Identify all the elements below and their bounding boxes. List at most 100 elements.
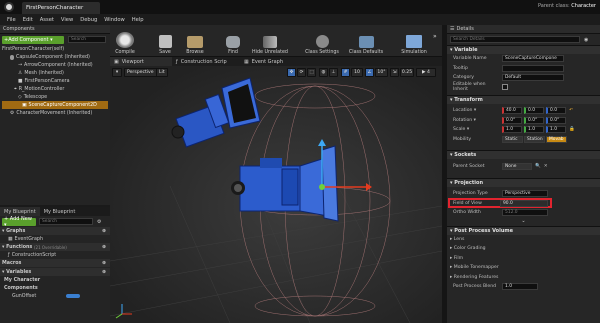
rot-size-button[interactable]: 10° [375,68,388,77]
location-x[interactable]: 40.0 [502,107,522,115]
class-settings-button[interactable]: Class Settings [300,25,344,57]
viewport[interactable]: ▾ Perspective Lit ✥ ⟳ ⬚ ◍ ⊥ # 10 ∠ 10° ⇲… [110,66,442,323]
rotation-label[interactable]: Rotation ▾ [447,118,502,123]
variable-section-header[interactable]: ▾ Variable [447,45,600,54]
find-button[interactable]: Find [218,25,248,57]
editable-checkbox[interactable] [502,84,508,91]
lit-button[interactable]: Lit [156,68,168,77]
variables-category[interactable]: ▾ Variables ⊕ [0,268,110,276]
mobility-static[interactable]: Static [502,135,523,143]
document-tab[interactable]: FirstPersonCharacter [22,2,100,14]
ppv-rendering-features[interactable]: ▸ Rendering Features [447,273,600,283]
rotation-z[interactable]: 0.0° [546,116,566,124]
rotation-y[interactable]: 0.0° [524,116,544,124]
add-graph-icon[interactable]: ⊕ [102,229,106,234]
tree-item-camera[interactable]: ■ FirstPersonCamera [2,77,110,85]
post-process-section-header[interactable]: ▾ Post Process Volume [447,225,600,235]
more-options-chevron-icon[interactable]: ⌄ [447,218,600,224]
hide-unrelated-button[interactable]: Hide Unrelated [248,25,292,57]
ppv-lens[interactable]: ▸ Lens [447,235,600,245]
menu-asset[interactable]: Asset [40,17,54,23]
rotate-mode-button[interactable]: ⟳ [297,68,306,77]
event-graph-item[interactable]: ▦ EventGraph [0,235,110,243]
variable-name-field[interactable]: SceneCaptureCompone [502,55,564,63]
view-options-icon[interactable]: ⚙ [97,219,101,225]
compile-button[interactable]: Compile [110,25,140,57]
tree-item-scenecapture-selected[interactable]: ▣ SceneCaptureComponent2D [2,101,108,109]
category-dropdown[interactable]: Default [502,74,564,82]
simulation-button[interactable]: Simulation [394,25,434,57]
grid-snap-button[interactable]: # [341,68,350,77]
gun-offset-item[interactable]: GunOffset [0,292,110,300]
translate-mode-button[interactable]: ✥ [287,68,296,77]
rotation-x[interactable]: 0.0° [502,116,522,124]
grid-size-button[interactable]: 10 [351,68,363,77]
mobility-stationary[interactable]: Station [524,135,545,143]
tree-item-arrow[interactable]: → ArrowComponent (Inherited) [2,61,110,69]
location-y[interactable]: 0.0 [524,107,544,115]
scale-label[interactable]: Scale ▾ [447,127,502,132]
ppv-mobile-tonemapper[interactable]: ▸ Mobile Tonemapper [447,263,600,273]
construction-script-item[interactable]: ƒ ConstructionScript [0,251,110,259]
projection-type-dropdown[interactable]: Perspective [502,189,548,197]
surface-snap-button[interactable]: ⊥ [329,68,338,77]
tab-event-graph[interactable]: ▦ Event Graph [240,57,302,66]
tree-item-self[interactable]: FirstPersonCharacter(self) [2,45,110,53]
ortho-width-field[interactable]: 512.0 [502,209,548,217]
location-z[interactable]: 0.0 [546,107,566,115]
scale-mode-button[interactable]: ⬚ [307,68,316,77]
functions-category[interactable]: ▾ Functions (21 Overridable) ⊕ [0,243,110,251]
save-button[interactable]: Save [150,25,180,57]
scale-size-button[interactable]: 0.25 [400,68,414,77]
tree-item-telescope[interactable]: ◇ Telescope [2,93,110,101]
scale-y[interactable]: 1.0 [524,126,544,134]
tree-item-capsule[interactable]: CapsuleComponent (Inherited) [2,53,110,61]
parent-socket-field[interactable]: None [502,163,532,171]
add-function-icon[interactable]: ⊕ [102,245,106,250]
scale-snap-button[interactable]: ⇲ [390,68,399,77]
scale-x[interactable]: 1.0 [502,126,522,134]
blueprint-search-input[interactable]: Search [39,218,93,225]
clear-socket-icon[interactable]: ✕ [544,164,548,169]
parent-class-value[interactable]: Character [571,3,596,9]
add-component-button[interactable]: +Add Component ▾ [2,35,64,44]
sockets-section-header[interactable]: ▾ Sockets [447,150,600,159]
post-process-blend-field[interactable]: 1.0 [502,283,538,291]
projection-section-header[interactable]: ▾ Projection [447,177,600,187]
eye-icon[interactable]: ◉ [584,37,588,43]
tab-my-blueprint-2[interactable]: My Blueprint [40,207,80,216]
menu-window[interactable]: Window [104,17,124,23]
graphs-category[interactable]: ▾ Graphs ⊕ [0,227,110,235]
transform-section-header[interactable]: ▾ Transform [447,95,600,104]
menu-debug[interactable]: Debug [80,17,97,23]
components-search-input[interactable]: Search [68,36,106,43]
ppv-color-grading[interactable]: ▸ Color Grading [447,244,600,254]
components-subcategory[interactable]: Components [0,284,110,292]
class-defaults-button[interactable]: Class Defaults [344,25,388,57]
menu-view[interactable]: View [61,17,73,23]
scale-z[interactable]: 1.0 [546,126,566,134]
tree-item-motioncontroller[interactable]: ⌖ R_MotionController [2,85,110,93]
world-local-button[interactable]: ◍ [319,68,328,77]
menu-edit[interactable]: Edit [23,17,33,23]
collapse-arrow-icon[interactable]: » [433,33,437,40]
tab-construction-script[interactable]: ƒ Construction Scrip [172,57,240,66]
add-macro-icon[interactable]: ⊕ [102,261,106,266]
ppv-film[interactable]: ▸ Film [447,254,600,264]
browse-button[interactable]: Browse [180,25,210,57]
menu-file[interactable]: File [7,17,16,23]
my-character-category[interactable]: My Character [0,276,110,284]
tab-viewport[interactable]: ▣ Viewport [110,57,172,66]
tooltip-field[interactable] [502,64,564,72]
rot-snap-button[interactable]: ∠ [365,68,374,77]
fov-field[interactable]: 90.0 [500,199,548,207]
macros-category[interactable]: Macros ⊕ [0,259,110,267]
menu-help[interactable]: Help [132,17,144,23]
perspective-button[interactable]: Perspective [124,68,157,77]
reset-arrow-icon[interactable]: ↶ [569,108,573,113]
tree-item-movement[interactable]: ⚙ CharacterMovement (Inherited) [2,109,110,117]
tree-item-mesh[interactable]: ♙ Mesh (Inherited) [2,69,110,77]
camera-speed-button[interactable]: ▶ 4 [416,68,436,77]
lock-icon[interactable]: 🔒 [569,127,575,132]
location-label[interactable]: Location ▾ [447,108,502,113]
